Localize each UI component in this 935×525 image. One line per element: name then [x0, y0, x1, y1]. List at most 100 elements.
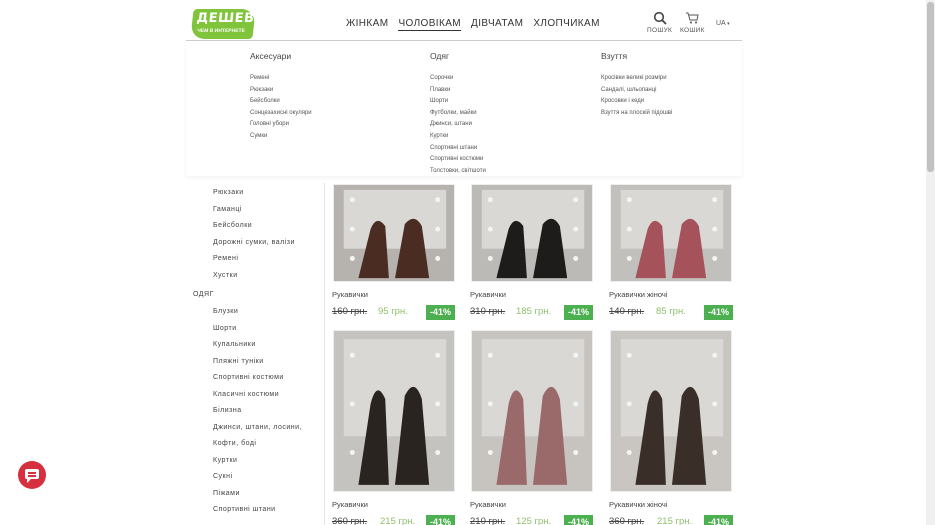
product-card[interactable]: Рукавички 360 грн. 215 грн. -41% — [332, 330, 457, 525]
sale-price: 215 грн. — [380, 516, 416, 525]
mega-link[interactable]: Спортивні штани — [430, 143, 486, 155]
logo-subtext: ЧЕМ В ИНТЕРНЕТЕ — [196, 28, 246, 34]
mirror-bulb — [487, 226, 493, 232]
sidebar-item-dresses[interactable]: Сукні — [213, 473, 233, 480]
mega-link[interactable]: Сумки — [250, 131, 312, 143]
product-image[interactable] — [333, 330, 455, 492]
language-selector[interactable]: UA ▾ — [716, 20, 730, 27]
mega-link[interactable]: Шорти — [430, 96, 486, 108]
mega-link[interactable]: Бейсболки — [250, 96, 312, 108]
product-name[interactable]: Рукавички — [332, 290, 368, 299]
chat-button[interactable] — [18, 461, 46, 489]
product-card[interactable]: Рукавички 310 грн. 185 грн. -41% — [470, 184, 595, 320]
product-image[interactable] — [610, 330, 732, 492]
cart-label: КОШИК — [680, 27, 705, 34]
search-button[interactable]: ПОШУК — [647, 11, 672, 34]
product-image[interactable] — [333, 184, 455, 282]
mirror-bulb — [626, 401, 632, 407]
sidebar-item-belts[interactable]: Ремені — [213, 255, 238, 262]
product-name[interactable]: Рукавички жіночі — [609, 290, 667, 299]
mirror-bulb — [349, 450, 355, 455]
product-card[interactable]: Рукавички жіночі 360 грн. 215 грн. -41% — [609, 330, 734, 525]
logo[interactable]: ДЕШЕВЛЕ ЧЕМ В ИНТЕРНЕТЕ — [190, 9, 276, 39]
product-card[interactable]: Рукавички жіночі 140 грн. 85 грн. -41% — [609, 184, 734, 320]
mega-column-title[interactable]: Взуття — [601, 51, 672, 61]
product-name[interactable]: Рукавички — [332, 500, 368, 509]
sidebar-item-wallets[interactable]: Гаманці — [213, 206, 242, 213]
mega-column-title[interactable]: Аксесуари — [250, 51, 312, 61]
sidebar-item-jeans[interactable]: Джинси, штани, лосини, — [213, 424, 302, 431]
mirror-bulb — [626, 450, 632, 455]
cart-button[interactable]: КОШИК — [680, 11, 705, 34]
sidebar-item-scarves[interactable]: Хустки — [213, 272, 238, 279]
mega-link[interactable]: Сандалі, шльопанці — [601, 85, 672, 97]
language-label: UA — [716, 20, 726, 27]
mega-link[interactable]: Сорочки — [430, 73, 486, 85]
sidebar-item-underwear[interactable]: Білизна — [213, 407, 242, 414]
nav-men[interactable]: ЧОЛОВІКАМ — [398, 18, 462, 31]
scrollbar-thumb[interactable] — [927, 2, 934, 172]
mega-link[interactable]: Плавки — [430, 85, 486, 97]
mirror-bulb — [349, 226, 355, 232]
sidebar-item-sweatpants[interactable]: Спортивні штани — [213, 506, 276, 513]
mirror-bulb — [435, 256, 441, 261]
sidebar-item-caps[interactable]: Бейсболки — [213, 222, 252, 229]
product-image[interactable] — [610, 184, 732, 282]
product-card[interactable]: Рукавички 210 грн. 125 грн. -41% — [470, 330, 595, 525]
mega-link[interactable]: Футболки, майки — [430, 108, 486, 120]
sidebar-item-pajamas[interactable]: Піжами — [213, 490, 240, 497]
sidebar-item-jackets[interactable]: Куртки — [213, 457, 237, 464]
product-image[interactable] — [471, 184, 593, 282]
sidebar-item-blouses[interactable]: Блузки — [213, 308, 238, 315]
sidebar-item-shorts[interactable]: Шорти — [213, 325, 237, 332]
mega-link[interactable]: Джинси, штани — [430, 119, 486, 131]
sidebar-item-tracksuits[interactable]: Спортивні костюми — [213, 374, 284, 381]
product-card[interactable]: Рукавички 160 грн. 95 грн. -41% — [332, 184, 457, 320]
mega-link[interactable]: Кросовки і кеди — [601, 96, 672, 108]
sidebar-item-suits[interactable]: Класичні костюми — [213, 391, 279, 398]
product-name[interactable]: Рукавички — [470, 500, 506, 509]
sidebar-item-backpacks[interactable]: Рюкзаки — [213, 189, 244, 196]
sale-price: 125 грн. — [516, 516, 552, 525]
mirror-bulb — [435, 197, 441, 203]
nav-boys[interactable]: ХЛОПЧИКАМ — [533, 18, 599, 31]
mega-link[interactable]: Рюкзаки — [250, 85, 312, 97]
nav-women[interactable]: ЖІНКАМ — [346, 18, 388, 31]
sidebar-item-beach-tunics[interactable]: Пляжні туніки — [213, 358, 264, 365]
product-image[interactable] — [471, 330, 593, 492]
sidebar-item-sweaters[interactable]: Кофти, боді — [213, 440, 256, 447]
page-scrollbar[interactable] — [926, 0, 935, 525]
mega-link[interactable]: Спортивні костюми — [430, 154, 486, 166]
mirror-bulb — [573, 256, 579, 261]
mega-link[interactable]: Ремені — [250, 73, 312, 85]
product-name[interactable]: Рукавички — [470, 290, 506, 299]
mega-column-title[interactable]: Одяг — [430, 51, 486, 61]
chat-icon-line — [28, 475, 36, 477]
sidebar-item-travel-bags[interactable]: Дорожні сумки, валізи — [213, 239, 295, 246]
chat-icon-line — [28, 472, 36, 474]
discount-badge: -41% — [564, 305, 593, 320]
nav-girls[interactable]: ДІВЧАТАМ — [471, 18, 523, 31]
discount-badge: -41% — [426, 305, 455, 320]
mirror-bulb — [487, 450, 493, 455]
mega-link[interactable]: Головні убори — [250, 119, 312, 131]
mirror-bulb — [626, 226, 632, 232]
mega-link[interactable]: Толстовки, світшоти — [430, 166, 486, 178]
mirror-bulb — [712, 352, 718, 358]
sidebar-item-swimsuits[interactable]: Купальники — [213, 341, 256, 348]
mirror-bulb — [435, 352, 441, 358]
mirror-bulb — [712, 401, 718, 407]
product-name[interactable]: Рукавички жіночі — [609, 500, 667, 509]
mirror-bulb — [487, 401, 493, 407]
old-price: 360 грн. — [332, 516, 368, 525]
mega-link[interactable]: Кросівки великі розміри — [601, 73, 672, 85]
sidebar-heading-clothing[interactable]: ОДЯГ — [193, 291, 214, 298]
mega-link[interactable]: Сонцезахисні окуляри — [250, 108, 312, 120]
mirror-bulb — [573, 450, 579, 455]
sale-price: 215 грн. — [657, 516, 693, 525]
old-price: 140 грн. — [609, 306, 645, 317]
mega-link[interactable]: Куртки — [430, 131, 486, 143]
mega-link[interactable]: Взуття на плоскій підошві — [601, 108, 672, 120]
mirror-bulb — [573, 226, 579, 232]
mirror-bulb — [487, 256, 493, 261]
